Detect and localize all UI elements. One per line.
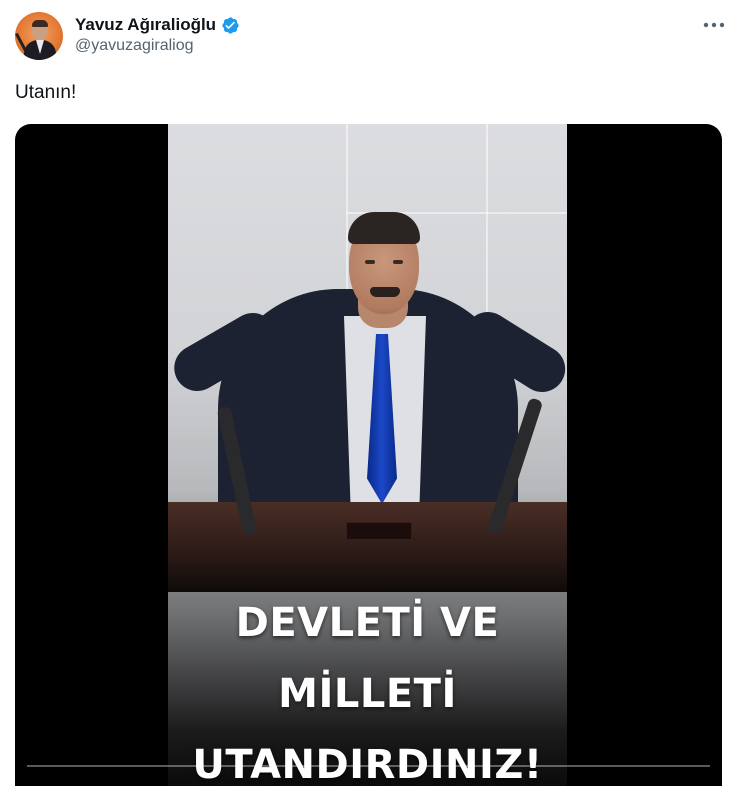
author-display-name[interactable]: Yavuz Ağıralioğlu xyxy=(75,15,216,35)
tweet-video[interactable]: DEVLETİ VE MİLLETİ UTANDIRDINIZ! xyxy=(15,124,722,786)
author-name-row: Yavuz Ağıralioğlu xyxy=(75,14,240,36)
more-options-icon[interactable] xyxy=(700,14,728,36)
avatar-hair-shape xyxy=(32,20,48,27)
speaker-right-eye xyxy=(393,260,403,264)
podium xyxy=(168,502,567,592)
avatar[interactable] xyxy=(15,12,63,60)
speaker-mustache xyxy=(370,287,400,297)
speaker-hair xyxy=(348,212,420,244)
tweet-text: Utanın! xyxy=(15,82,77,103)
tweet: Yavuz Ağıralioğlu @yavuzagiraliog Utanın… xyxy=(0,0,743,786)
tweet-header: Yavuz Ağıralioğlu @yavuzagiraliog xyxy=(15,12,728,62)
video-caption-line-3: UTANDIRDINIZ! xyxy=(192,742,543,786)
video-progress-bar[interactable] xyxy=(27,765,710,767)
video-caption-line-1: DEVLETİ VE xyxy=(235,600,500,646)
speaker-left-eye xyxy=(365,260,375,264)
podium-display xyxy=(346,522,412,540)
video-frame: DEVLETİ VE MİLLETİ UTANDIRDINIZ! xyxy=(168,124,567,786)
author-handle[interactable]: @yavuzagiraliog xyxy=(75,37,194,55)
verified-badge-icon[interactable] xyxy=(221,16,240,35)
video-caption-line-2: MİLLETİ xyxy=(278,671,457,717)
